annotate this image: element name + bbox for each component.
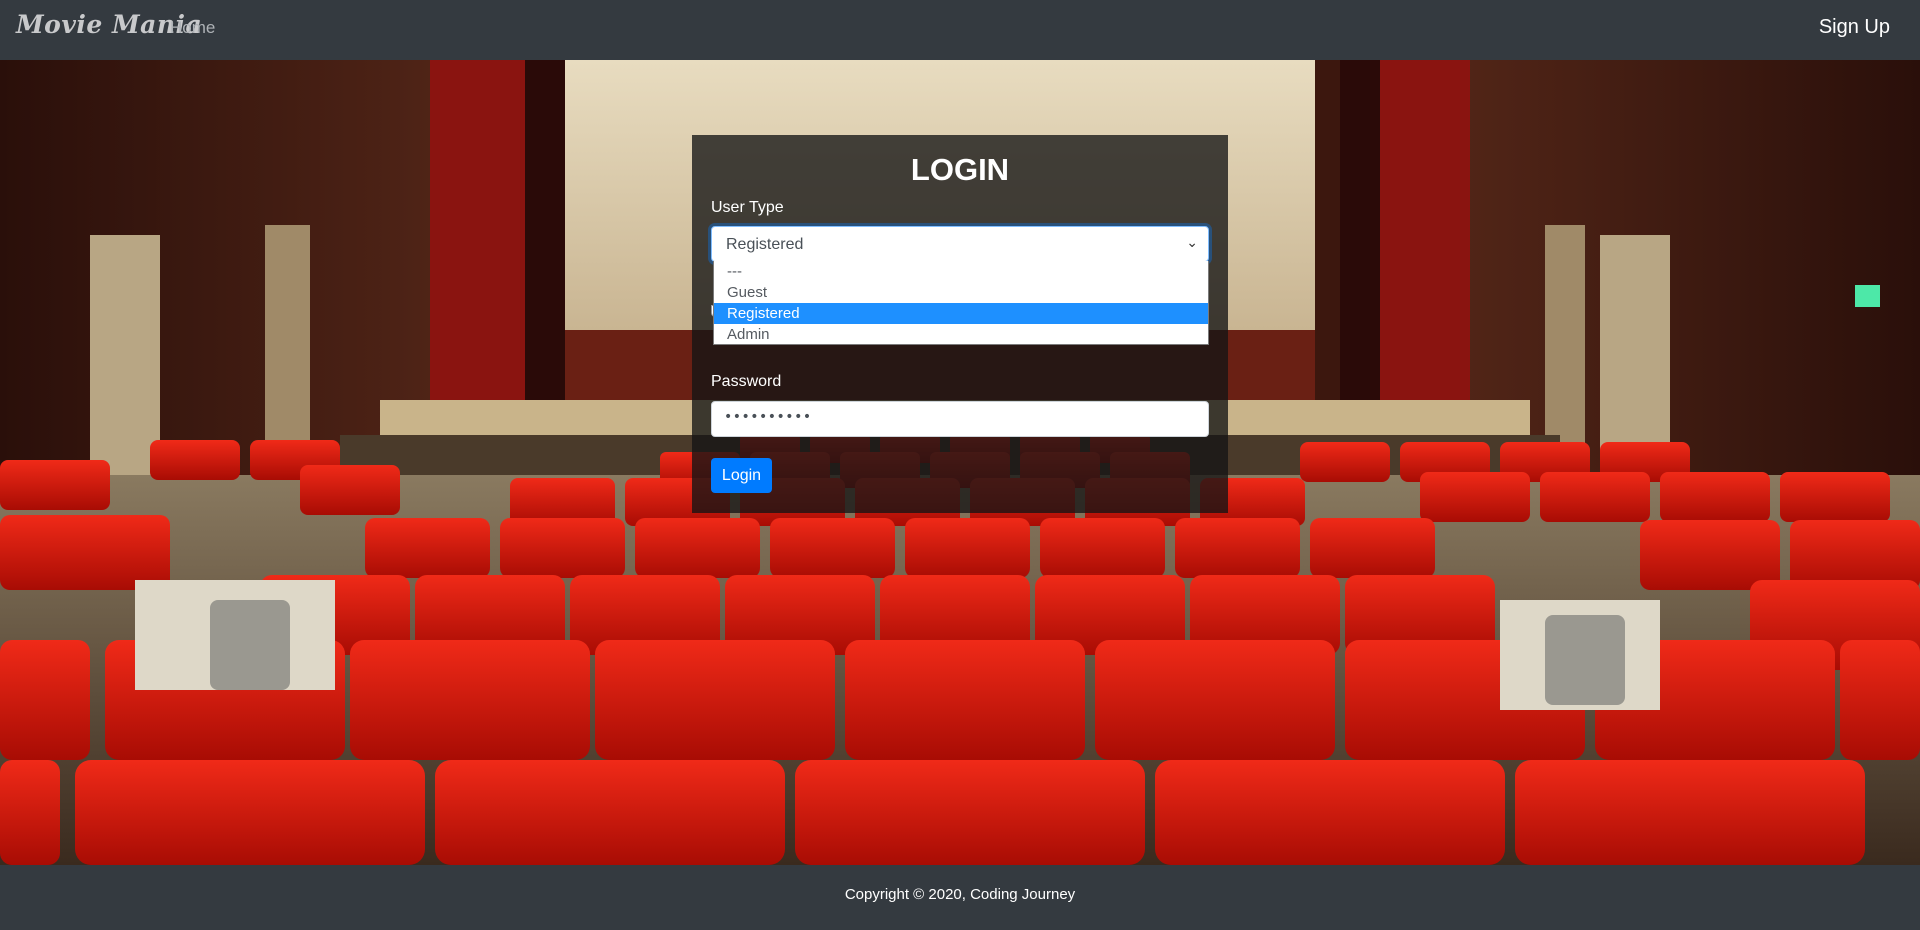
footer-copyright: Copyright © 2020, Coding Journey — [844, 886, 1076, 903]
nav-signup-link[interactable]: Sign Up — [1819, 16, 1890, 39]
option-guest[interactable]: Guest — [714, 282, 1208, 303]
password-value: •••••••••• — [724, 409, 812, 425]
user-type-dropdown-list: --- Guest Registered Admin — [713, 261, 1209, 345]
option-admin[interactable]: Admin — [714, 324, 1208, 345]
user-type-select[interactable]: Registered ⌄ — [711, 226, 1209, 262]
option-none[interactable]: --- — [714, 261, 1208, 282]
navbar: Movie Mania Home Sign Up — [0, 0, 1920, 60]
chevron-down-icon: ⌄ — [1186, 235, 1198, 251]
user-type-label: User Type — [711, 199, 784, 216]
login-card: LOGIN User Type Registered ⌄ --- Guest R… — [692, 135, 1228, 513]
login-button[interactable]: Login — [711, 458, 772, 493]
option-registered[interactable]: Registered — [714, 303, 1208, 324]
password-label: Password — [711, 373, 782, 390]
footer: Copyright © 2020, Coding Journey — [0, 865, 1920, 930]
password-field[interactable]: •••••••••• — [711, 401, 1209, 437]
cinema-background-image: LOGIN User Type Registered ⌄ --- Guest R… — [0, 60, 1920, 865]
login-title: LOGIN — [910, 152, 1010, 187]
nav-home-link[interactable]: Home — [170, 18, 215, 38]
user-type-selected-value: Registered — [726, 236, 804, 253]
